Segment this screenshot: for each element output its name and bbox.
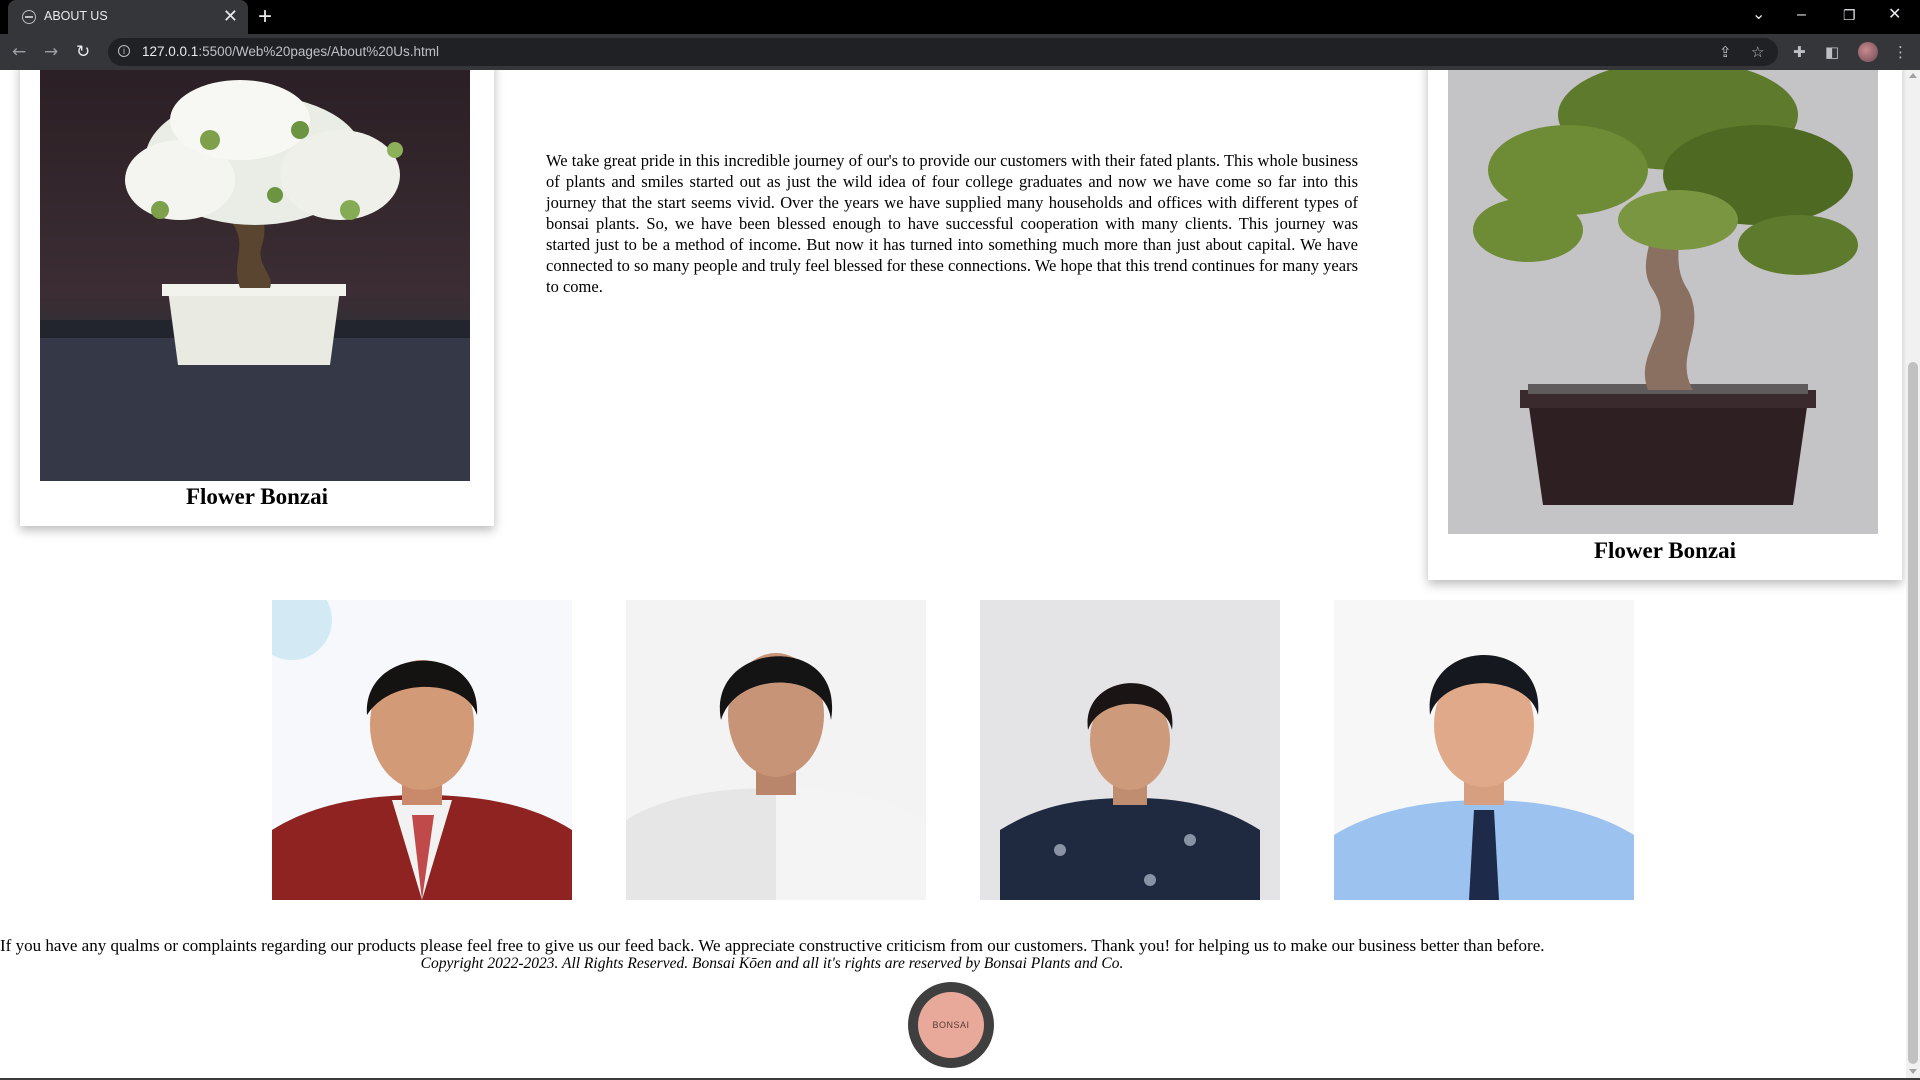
close-window-button[interactable]: ✕ xyxy=(1888,5,1901,25)
back-button[interactable]: ← xyxy=(12,41,26,63)
product-card-flower-bonzai-2: Flower Bonzai xyxy=(1428,70,1902,580)
tab-title: ABOUT US xyxy=(44,9,108,23)
card-caption: Flower Bonzai xyxy=(185,484,329,509)
scroll-thumb[interactable] xyxy=(1908,362,1918,1064)
globe-icon xyxy=(22,10,36,24)
card-caption: Flower Bonzai xyxy=(1593,538,1737,563)
copyright-text: Copyright 2022-2023. All Rights Reserved… xyxy=(420,955,1124,972)
restore-button[interactable]: ❐ xyxy=(1843,5,1856,25)
team-member-photo xyxy=(1334,600,1634,900)
share-icon[interactable]: ⇪ xyxy=(1719,43,1732,61)
side-panel-icon[interactable]: ◧ xyxy=(1825,43,1839,61)
team-member-photo xyxy=(272,600,572,900)
feedback-text: If you have any qualms or complaints reg… xyxy=(0,936,1545,955)
new-tab-button[interactable]: + xyxy=(258,3,272,31)
bookmark-star-icon[interactable]: ☆ xyxy=(1751,43,1764,61)
about-us-paragraph: We take great pride in this incredible j… xyxy=(546,151,1358,296)
product-card-flower-bonzai: Flower Bonzai xyxy=(20,70,494,526)
minimize-button[interactable]: – xyxy=(1797,5,1806,25)
tab-about-us[interactable]: ABOUT US ✕ xyxy=(8,0,248,34)
extensions-icon[interactable]: ✚ xyxy=(1793,43,1806,61)
toolbar: ← → ↻ i 127.0.0.1:5500/Web%20pages/About… xyxy=(0,34,1920,70)
tab-close-icon[interactable]: ✕ xyxy=(223,6,238,26)
menu-icon[interactable]: ⋮ xyxy=(1893,43,1908,61)
tab-search-icon[interactable]: ⌄ xyxy=(1752,5,1765,25)
tab-strip: ABOUT US ✕ + ⌄ – ❐ ✕ xyxy=(0,0,1920,34)
info-icon[interactable]: i xyxy=(118,45,130,57)
team-member-photo xyxy=(626,600,926,900)
bonsai-logo[interactable]: BONSAI xyxy=(908,982,994,1068)
page-viewport: Flower Bonzai We take great pride in thi… xyxy=(0,70,1906,1078)
scroll-down-arrow-icon[interactable] xyxy=(1909,1069,1917,1074)
vertical-scrollbar[interactable] xyxy=(1906,70,1920,1078)
profile-avatar[interactable] xyxy=(1858,42,1878,62)
scroll-up-arrow-icon[interactable] xyxy=(1909,73,1917,78)
url-text[interactable]: 127.0.0.1:5500/Web%20pages/About%20Us.ht… xyxy=(142,44,439,59)
juniper-bonsai-photo xyxy=(1448,70,1878,534)
logo-text: BONSAI xyxy=(932,1020,970,1030)
team-member-photo xyxy=(980,600,1280,900)
address-bar[interactable]: i 127.0.0.1:5500/Web%20pages/About%20Us.… xyxy=(108,38,1778,66)
bonsai-photo xyxy=(40,70,470,481)
reload-button[interactable]: ↻ xyxy=(76,41,90,63)
forward-button[interactable]: → xyxy=(44,41,58,63)
